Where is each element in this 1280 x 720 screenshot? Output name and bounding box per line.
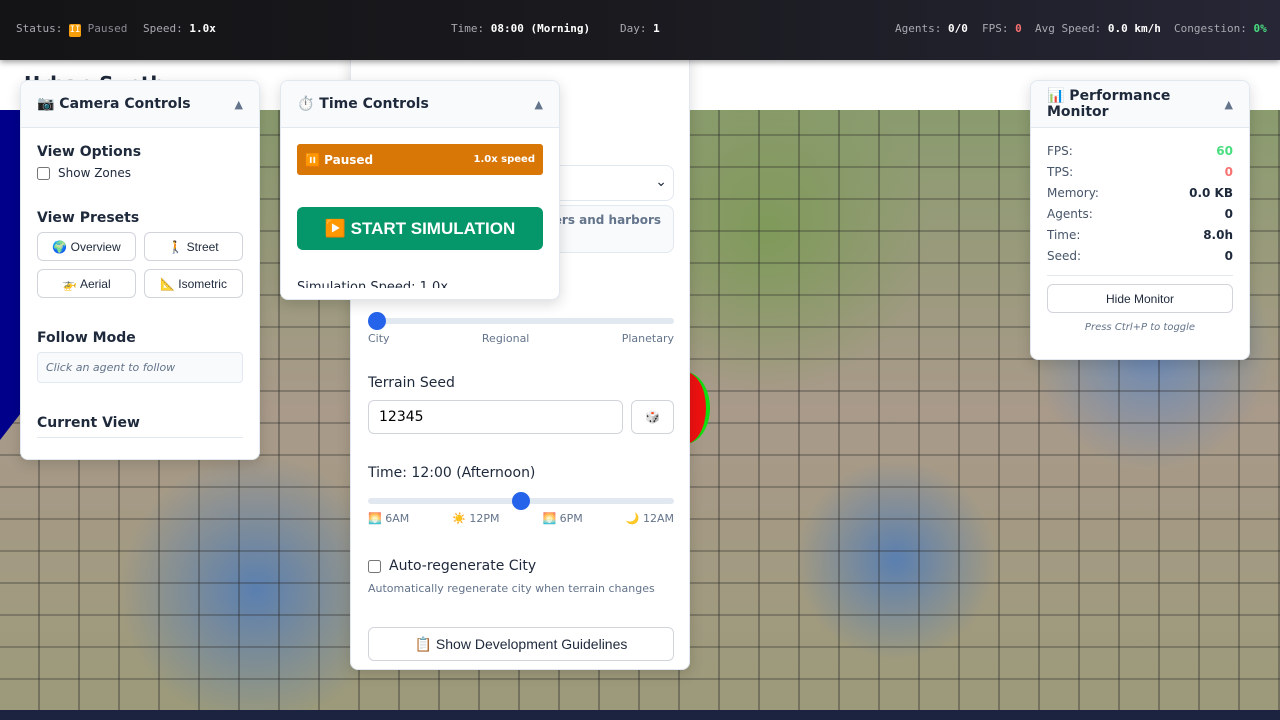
status-readout: Status: II Paused: [16, 22, 128, 37]
show-guidelines-button[interactable]: 📋 Show Development Guidelines: [368, 627, 674, 661]
auto-regenerate-description: Automatically regenerate city when terra…: [368, 582, 655, 595]
collapse-icon[interactable]: ▲: [1225, 98, 1233, 111]
random-seed-button[interactable]: 🎲: [631, 400, 674, 434]
simulation-speed-label: Simulation Speed: 1.0x: [297, 280, 449, 288]
time-tick: 🌅 6AM: [368, 512, 410, 525]
metric-label: FPS:: [1047, 144, 1073, 158]
metric-value: 0: [1224, 249, 1233, 263]
metric-value: 60: [1216, 144, 1233, 158]
metric-value: 0.0 KB: [1189, 186, 1233, 200]
metric-value: 0: [1224, 165, 1233, 179]
time-label: Time: 12:00 (Afternoon): [368, 465, 536, 481]
hide-monitor-button[interactable]: Hide Monitor: [1047, 284, 1233, 313]
checkbox[interactable]: [37, 166, 50, 180]
preset-street-button[interactable]: 🚶 Street: [144, 232, 243, 261]
time-controls-panel: ⏱️ Time Controls ▲ ⏸️ Paused 1.0x speed ▶️…: [280, 80, 560, 300]
scale-label: Planetary: [621, 332, 674, 345]
metric-row: Agents: 0: [1047, 207, 1233, 221]
auto-regenerate-checkbox[interactable]: Auto-regenerate City: [368, 558, 536, 574]
section-heading: View Options: [37, 144, 142, 160]
performance-monitor-panel: 📊 Performance Monitor ▲ FPS: 60 TPS: 0 Memory…: [1030, 80, 1250, 360]
slider-thumb[interactable]: [512, 492, 530, 510]
panel-title: ⏱️ Time Controls: [297, 96, 429, 112]
metric-row: Memory: 0.0 KB: [1047, 186, 1233, 200]
panel-title: 📊 Performance Monitor: [1047, 88, 1171, 120]
checkbox[interactable]: [368, 559, 381, 573]
metric-label: TPS:: [1047, 165, 1074, 179]
seed-input[interactable]: [368, 400, 623, 434]
slider-thumb[interactable]: [368, 312, 386, 330]
metric-label: Memory:: [1047, 186, 1099, 200]
start-simulation-button[interactable]: ▶️ START SIMULATION: [297, 207, 543, 250]
metric-row: FPS: 60: [1047, 144, 1233, 158]
toggle-hint: Press Ctrl+P to toggle: [1084, 322, 1196, 333]
show-zones-checkbox[interactable]: Show Zones: [37, 166, 243, 180]
seed-label: Terrain Seed: [368, 375, 455, 391]
section-heading: Current View: [37, 415, 243, 438]
metric-row: TPS: 0: [1047, 165, 1233, 179]
scale-label: Regional: [481, 332, 530, 345]
metric-value: 8.0h: [1203, 228, 1233, 242]
preset-isometric-button[interactable]: 📐 Isometric: [144, 269, 243, 298]
status-bar: Status: II Paused Speed: 1.0x Time: 08:0…: [0, 0, 1280, 60]
congestion-readout: Congestion: 0%: [1174, 22, 1267, 35]
fps-readout: FPS: 0: [982, 22, 1022, 35]
metric-label: Seed:: [1047, 249, 1082, 263]
camera-controls-panel: 📷 Camera Controls ▲ View Options Show Zon…: [20, 80, 260, 460]
avg-speed-readout: Avg Speed: 0.0 km/h: [1035, 22, 1161, 35]
panel-title: 📷 Camera Controls: [37, 96, 191, 112]
panel-header[interactable]: 📷 Camera Controls ▲: [21, 81, 259, 128]
collapse-icon[interactable]: ▲: [535, 98, 543, 111]
checkbox-label: Show Zones: [58, 166, 131, 180]
time-tick: 🌅 6PM: [542, 512, 583, 525]
checkbox-label: Auto-regenerate City: [389, 558, 537, 574]
panel-header[interactable]: 📊 Performance Monitor ▲: [1031, 81, 1249, 128]
metric-value: 0: [1224, 207, 1233, 221]
status-text: ⏸️ Paused: [305, 152, 374, 167]
metric-label: Time:: [1047, 228, 1081, 242]
time-readout: Time: 08:00 (Morning): [451, 22, 591, 35]
collapse-icon[interactable]: ▲: [235, 98, 243, 111]
time-slider[interactable]: [368, 492, 674, 510]
section-heading: View Presets: [37, 210, 140, 226]
pause-icon: II: [68, 24, 81, 37]
simulation-status-banner: ⏸️ Paused 1.0x speed: [297, 144, 543, 175]
scale-slider-group: City Regional Planetary: [368, 312, 674, 345]
section-heading: Follow Mode: [37, 330, 136, 346]
scale-label: City: [368, 332, 390, 345]
time-slider-group: 🌅 6AM ☀️ 12PM 🌅 6PM 🌙 12AM: [368, 492, 674, 525]
follow-agent-field[interactable]: Click an agent to follow: [37, 352, 243, 383]
day-readout: Day: 1: [620, 22, 660, 35]
scale-slider[interactable]: [368, 312, 674, 330]
speed-readout: Speed: 1.0x: [143, 22, 216, 35]
metric-row: Time: 8.0h: [1047, 228, 1233, 242]
metric-label: Agents:: [1047, 207, 1093, 221]
preset-aerial-button[interactable]: 🚁 Aerial: [37, 269, 136, 298]
time-tick: 🌙 12AM: [625, 512, 674, 525]
bottom-strip: [0, 710, 1280, 720]
speed-text: 1.0x speed: [473, 154, 535, 165]
preset-overview-button[interactable]: 🌍 Overview: [37, 232, 136, 261]
time-tick: ☀️ 12PM: [452, 512, 500, 525]
agents-readout: Agents: 0/0: [895, 22, 968, 35]
panel-header[interactable]: ⏱️ Time Controls ▲: [281, 81, 559, 128]
metric-row: Seed: 0: [1047, 249, 1233, 263]
